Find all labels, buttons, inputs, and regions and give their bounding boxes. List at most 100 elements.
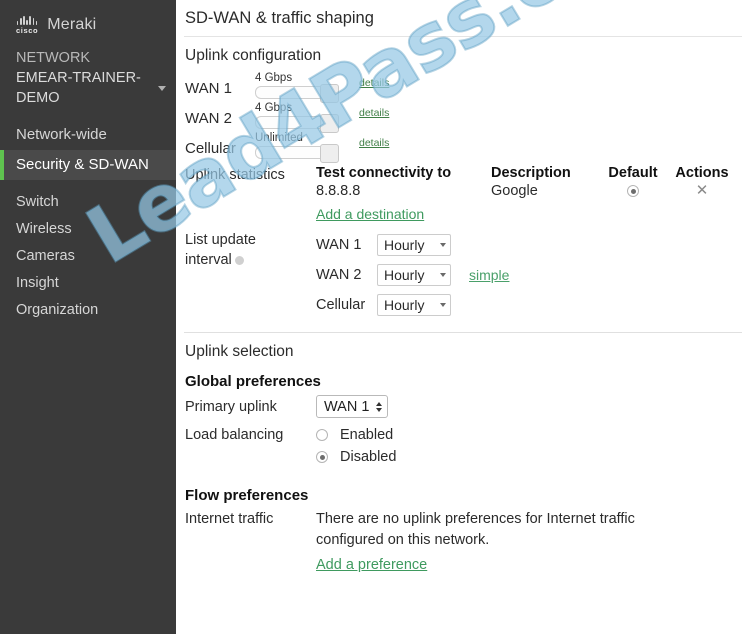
load-balancing-radio-group: Enabled Disabled [316,427,396,465]
uplink-selection-heading: Uplink selection [185,343,294,360]
cisco-bars-logo-icon: cisco [16,15,39,35]
slider-thumb-wan2[interactable] [320,114,339,133]
brand-header[interactable]: cisco Meraki [0,0,176,40]
uplink-statistics-table: Test connectivity to Description Default… [316,165,752,224]
list-update-interval-section: List update interval WAN 1 Hourly WAN 2 … [176,230,752,320]
network-selector[interactable]: NETWORK EMEAR-TRAINER-DEMO [0,40,176,118]
uplink-name-wan1: WAN 1 [185,80,232,97]
uplink-statistics-section: Uplink statistics Test connectivity to D… [176,165,752,224]
interval-row-cellular: Cellular Hourly [316,290,509,320]
cell-default [599,183,667,199]
sidebar-nav: Network-wide Security & SD-WAN Switch Wi… [0,120,176,324]
interval-name-cellular: Cellular [316,297,366,313]
uplink-row-wan2: WAN 2 4 Gbps details [176,99,752,133]
slider-track-wan1[interactable] [255,84,339,103]
interval-row-wan2: WAN 2 Hourly simple [316,260,509,290]
uplink-name-wan2: WAN 2 [185,110,232,127]
load-balancing-label: Load balancing [185,427,284,443]
primary-uplink-label: Primary uplink [185,398,277,415]
interval-select-wan2-value: Hourly [384,267,425,283]
chevron-down-icon [440,243,446,247]
interval-name-wan1: WAN 1 [316,237,362,253]
uplink-configuration-heading: Uplink configuration [185,47,322,64]
slider-thumb-cellular[interactable] [320,144,339,163]
interval-rows: WAN 1 Hourly WAN 2 Hourly simple Cellula [316,230,509,320]
internet-traffic-content: There are no uplink preferences for Inte… [316,509,635,574]
radio-enabled[interactable] [316,429,328,441]
interval-select-wan1[interactable]: Hourly [377,234,451,256]
interval-select-wan1-value: Hourly [384,237,425,253]
internet-traffic-row: Internet traffic There are no uplink pre… [176,509,752,574]
load-balancing-option-enabled[interactable]: Enabled [316,427,396,443]
column-header-test-connectivity: Test connectivity to [316,165,452,181]
primary-uplink-value: WAN 1 [324,398,370,415]
empty-state-line-2: configured on this network. [316,532,490,548]
column-header-description: Description [491,165,571,181]
product-name: Meraki [47,16,97,33]
close-x-icon[interactable]: ✕ [696,183,709,199]
uplink-row-cellular: Cellular Unlimited details [176,129,752,163]
add-destination-link[interactable]: Add a destination [316,206,424,222]
uplink-row-wan1: WAN 1 4 Gbps details [176,69,752,103]
radio-disabled[interactable] [316,451,328,463]
bandwidth-slider-wan1[interactable]: 4 Gbps [255,72,339,103]
table-header-row: Test connectivity to Description Default… [316,165,752,181]
internet-traffic-label: Internet traffic [185,511,274,527]
page-title: SD-WAN & traffic shaping [185,9,374,27]
network-name: EMEAR-TRAINER-DEMO [16,70,141,106]
radio-enabled-label: Enabled [340,427,394,443]
interval-select-cellular-value: Hourly [384,297,425,313]
slider-thumb-wan1[interactable] [320,84,339,103]
cell-host[interactable]: 8.8.8.8 [316,183,491,199]
bandwidth-slider-wan2[interactable]: 4 Gbps [255,102,339,133]
details-link-cellular[interactable]: details [359,137,389,150]
empty-state-line-1: There are no uplink preferences for Inte… [316,511,635,527]
details-link-wan2[interactable]: details [359,107,389,120]
sidebar-item-wireless[interactable]: Wireless [0,216,176,243]
label-line-2: interval [185,252,232,268]
main-content: SD-WAN & traffic shaping Uplink configur… [176,0,752,634]
cell-description[interactable]: Google [491,183,599,199]
sdwan-traffic-shaping-page: cisco Meraki NETWORK EMEAR-TRAINER-DEMO … [0,0,752,634]
primary-uplink-select[interactable]: WAN 1 [316,395,389,418]
sidebar-item-organization[interactable]: Organization [0,297,176,324]
primary-uplink-row: Primary uplink WAN 1 [176,395,752,418]
sidebar-item-insight[interactable]: Insight [0,270,176,297]
add-preference-link[interactable]: Add a preference [316,557,427,573]
simple-link[interactable]: simple [469,267,509,283]
interval-row-wan1: WAN 1 Hourly [316,230,509,260]
flow-preferences-heading: Flow preferences [185,487,309,504]
details-link-wan1[interactable]: details [359,77,389,90]
cell-actions: ✕ [667,183,737,199]
sidebar-item-cameras[interactable]: Cameras [0,243,176,270]
table-row: 8.8.8.8 Google ✕ [316,183,752,200]
label-line-1: List update [185,232,256,248]
interval-select-cellular[interactable]: Hourly [377,294,451,316]
slider-track-cellular[interactable] [255,144,339,163]
column-header-actions: Actions [675,165,729,181]
network-label: NETWORK [16,50,91,66]
cisco-wordmark: cisco [16,25,39,35]
global-preferences-heading: Global preferences [185,373,321,390]
uplink-statistics-label: Uplink statistics [185,167,285,183]
sidebar: cisco Meraki NETWORK EMEAR-TRAINER-DEMO … [0,0,176,634]
bandwidth-slider-cellular[interactable]: Unlimited [255,132,339,163]
sidebar-item-switch[interactable]: Switch [0,189,176,216]
up-down-arrows-icon [376,401,383,412]
radio-disabled-label: Disabled [340,449,397,465]
chevron-down-icon [440,303,446,307]
load-balancing-row: Load balancing Enabled Disabled [176,427,752,465]
interval-select-wan2[interactable]: Hourly [377,264,451,286]
sidebar-item-security-sd-wan[interactable]: Security & SD-WAN [0,150,176,180]
list-update-interval-label: List update interval [185,230,316,320]
info-icon[interactable] [234,255,244,265]
chevron-down-icon [440,273,446,277]
column-header-default: Default [608,165,658,181]
default-radio[interactable] [627,185,639,198]
sidebar-item-network-wide[interactable]: Network-wide [0,120,176,150]
uplink-name-cellular: Cellular [185,140,236,157]
slider-track-wan2[interactable] [255,114,339,133]
load-balancing-option-disabled[interactable]: Disabled [316,449,396,465]
chevron-down-icon[interactable] [158,86,166,91]
